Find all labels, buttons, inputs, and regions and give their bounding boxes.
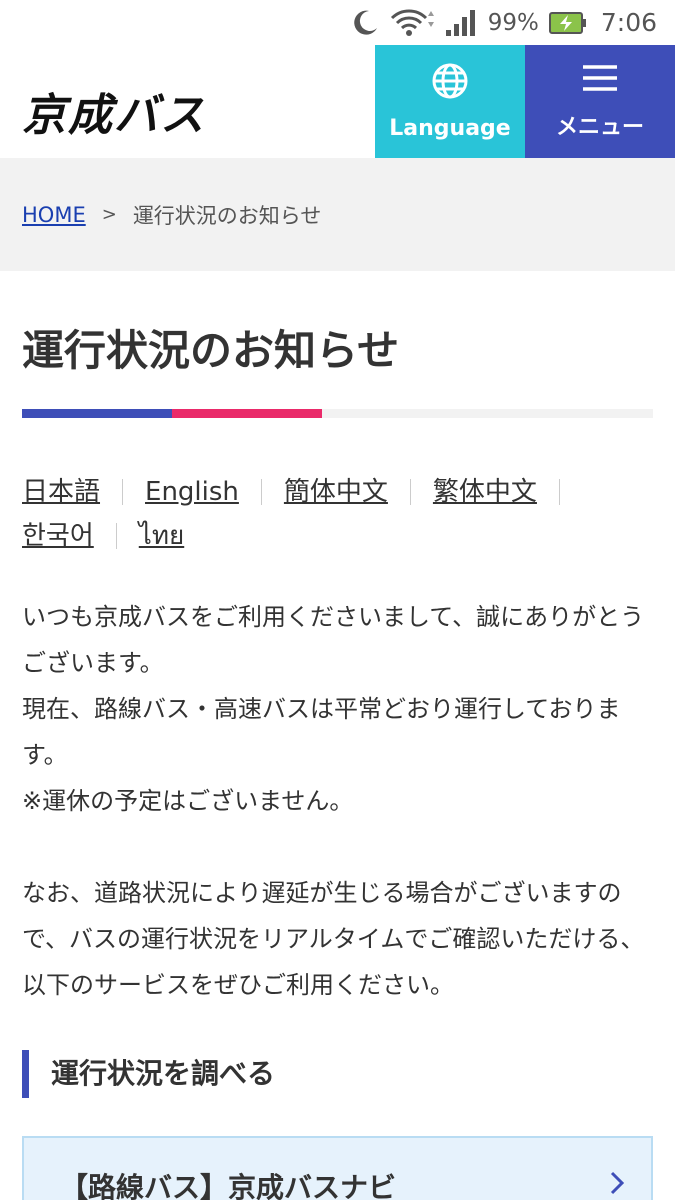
breadcrumb-home-link[interactable]: HOME (22, 203, 86, 227)
divider (115, 523, 117, 549)
clock: 7:06 (600, 8, 657, 37)
bus-navi-link-card[interactable]: 【路線バス】京成バスナビ (22, 1136, 653, 1200)
underline-pink-segment (172, 409, 322, 418)
divider (122, 479, 124, 505)
chevron-right-icon (609, 1170, 625, 1200)
lang-link-thai[interactable]: ไทย (139, 514, 184, 558)
divider (558, 479, 560, 505)
notice-line: 現在、路線バス・高速バスは平常どおり運行しております。 (22, 695, 621, 769)
breadcrumb-current: 運行状況のお知らせ (132, 203, 322, 228)
language-links: 日本語 English 簡体中文 繁体中文 한국어 ไทย (22, 470, 653, 558)
globe-icon (431, 62, 469, 106)
notice-text: いつも京成バスをご利用くださいまして、誠にありがとうございます。 現在、路線バス… (22, 594, 653, 1008)
signal-icon (444, 8, 478, 38)
wifi-icon (390, 8, 434, 38)
underline-blue-segment (22, 409, 172, 418)
lang-link-traditional-chinese[interactable]: 繁体中文 (433, 470, 537, 514)
lang-link-simplified-chinese[interactable]: 簡体中文 (284, 470, 388, 514)
lang-link-english[interactable]: English (145, 470, 239, 514)
breadcrumb-separator: > (101, 204, 117, 225)
lang-link-japanese[interactable]: 日本語 (22, 470, 100, 514)
battery-percent: 99% (487, 9, 539, 36)
breadcrumb: HOME > 運行状況のお知らせ (0, 158, 675, 271)
divider (260, 479, 262, 505)
page-title: 運行状況のお知らせ (22, 326, 400, 375)
moon-icon (350, 8, 380, 38)
title-underline (22, 409, 653, 418)
lang-link-korean[interactable]: 한국어 (22, 514, 94, 558)
language-button[interactable]: Language (375, 45, 525, 158)
site-header: 京成バス Language メニュー (0, 45, 675, 158)
hamburger-icon (581, 63, 619, 99)
site-logo[interactable]: 京成バス (22, 79, 206, 143)
menu-button[interactable]: メニュー (525, 45, 675, 158)
battery-charging-icon (548, 11, 587, 35)
notice-line: なお、道路状況により遅延が生じる場合がございますので、バスの運行状況をリアルタイ… (22, 879, 645, 999)
divider (409, 479, 411, 505)
notice-line: いつも京成バスをご利用くださいまして、誠にありがとうございます。 (22, 603, 645, 677)
menu-button-label: メニュー (555, 114, 644, 140)
link-card-label: 【路線バス】京成バスナビ (60, 1171, 397, 1200)
language-button-label: Language (389, 116, 511, 141)
notice-line: ※運休の予定はございません。 (22, 787, 354, 815)
status-bar: 99% 7:06 (0, 0, 675, 45)
section-heading: 運行状況を調べる (22, 1050, 653, 1098)
underline-gray-segment (322, 409, 653, 418)
